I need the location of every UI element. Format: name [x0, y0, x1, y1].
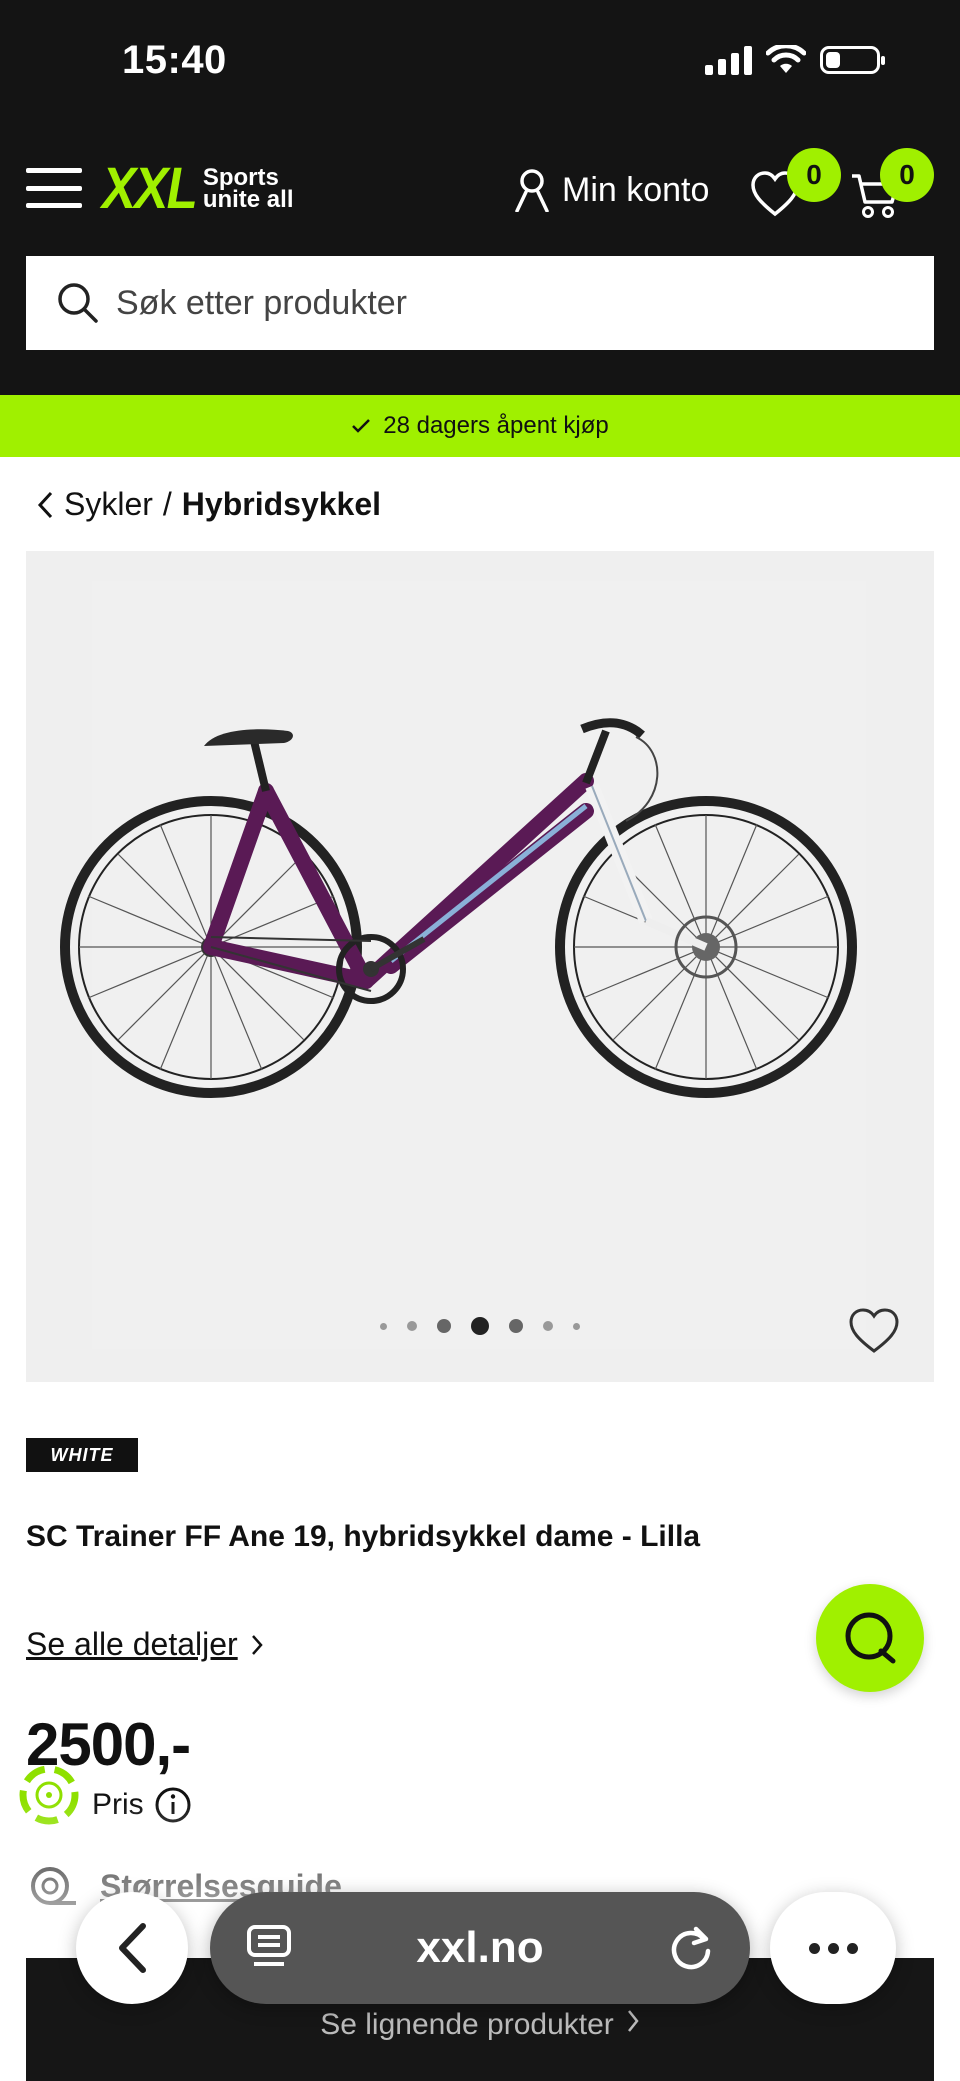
- breadcrumb-parent[interactable]: Sykler: [64, 486, 153, 523]
- gallery-dot[interactable]: [573, 1322, 580, 1330]
- product-image-gallery[interactable]: [26, 551, 934, 1382]
- promo-banner: 28 dagers åpent kjøp: [0, 395, 960, 457]
- product-title: SC Trainer FF Ane 19, hybridsykkel dame …: [26, 1520, 701, 1553]
- breadcrumb-current: Hybridsykkel: [181, 486, 382, 522]
- product-image: [60, 718, 857, 1098]
- browser-url[interactable]: xxl.no: [416, 1923, 543, 1973]
- search-bar[interactable]: [26, 256, 934, 350]
- see-all-details-link[interactable]: Se alle detaljer: [26, 1626, 264, 1663]
- browser-back-button[interactable]: [76, 1892, 188, 2004]
- logo-tagline-line2: unite all: [202, 186, 294, 213]
- brand-logo[interactable]: WHITE: [26, 1438, 138, 1472]
- cart-button[interactable]: 0: [850, 148, 934, 225]
- see-all-details-label: Se alle detaljer: [26, 1626, 238, 1662]
- battery-level: [826, 52, 841, 68]
- user-icon: [515, 169, 549, 212]
- site-logo[interactable]: XXL Sports unite all: [102, 160, 294, 218]
- info-icon[interactable]: [154, 1786, 192, 1824]
- checkmark-icon: [352, 419, 371, 433]
- reader-mode-icon[interactable]: [246, 1924, 292, 1972]
- gallery-dot[interactable]: [471, 1317, 489, 1335]
- cellular-signal-icon: [705, 45, 752, 75]
- add-to-wishlist-button[interactable]: [848, 1307, 900, 1360]
- search-icon: [58, 283, 98, 323]
- chevron-left-icon: [119, 1923, 146, 1973]
- logo-mark: XXL: [102, 156, 198, 221]
- tape-measure-icon: [31, 1867, 76, 1905]
- breadcrumb-separator: /: [162, 486, 172, 522]
- gallery-dot[interactable]: [543, 1321, 553, 1331]
- price-label-text: Pris: [92, 1788, 144, 1821]
- eco-badge-icon[interactable]: [14, 1760, 84, 1835]
- gallery-dot[interactable]: [509, 1319, 523, 1333]
- gallery-dot[interactable]: [407, 1321, 417, 1331]
- account-link[interactable]: Min konto: [514, 168, 709, 212]
- gallery-dot[interactable]: [437, 1319, 451, 1333]
- wishlist-button[interactable]: 0: [750, 148, 841, 223]
- promo-text: 28 dagers åpent kjøp: [383, 412, 609, 439]
- chat-icon: [845, 1612, 896, 1664]
- logo-tagline: Sports unite all: [202, 166, 294, 213]
- search-input[interactable]: [114, 282, 878, 324]
- account-label: Min konto: [562, 170, 710, 209]
- chat-button[interactable]: [816, 1584, 924, 1692]
- chevron-right-icon: [251, 1634, 263, 1655]
- browser-more-button[interactable]: [770, 1892, 896, 2004]
- gallery-pagination[interactable]: [26, 1317, 934, 1335]
- site-header: 15:40 XXL Sports unite all Min konto 0 0…: [0, 0, 960, 395]
- price-label: Pris: [92, 1786, 192, 1824]
- cart-count-badge: 0: [880, 148, 934, 202]
- battery-icon: [820, 46, 885, 74]
- gallery-dot[interactable]: [380, 1322, 387, 1330]
- status-time: 15:40: [122, 38, 227, 82]
- wishlist-count-badge: 0: [787, 148, 841, 202]
- breadcrumb: Sykler / Hybridsykkel: [36, 486, 381, 523]
- heart-icon: [849, 1308, 899, 1353]
- chevron-right-icon: [627, 2010, 639, 2032]
- reload-icon[interactable]: [668, 1925, 714, 1971]
- menu-button[interactable]: [26, 168, 82, 208]
- similar-products-label: Se lignende produkter: [320, 2008, 614, 2041]
- status-icons: [705, 45, 885, 75]
- browser-address-bar[interactable]: xxl.no: [210, 1892, 750, 2004]
- wifi-icon: [766, 45, 806, 73]
- chevron-left-icon[interactable]: [36, 490, 54, 520]
